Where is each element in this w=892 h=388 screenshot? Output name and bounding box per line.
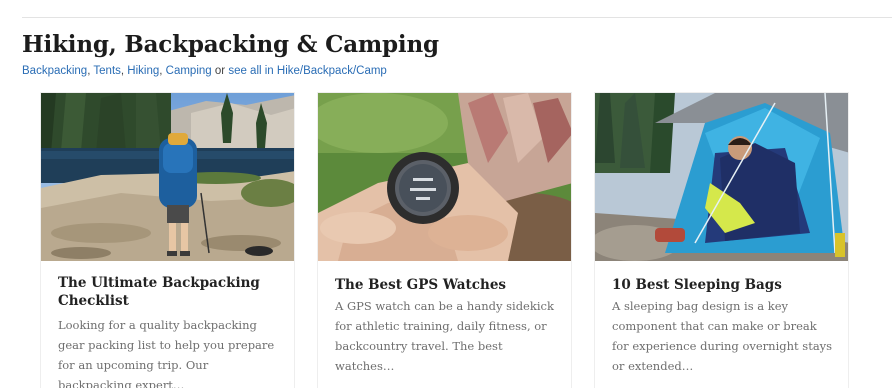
card-image-backpacker[interactable] — [41, 93, 294, 261]
category-links: Backpacking, Tents, Hiking, Camping or s… — [22, 65, 387, 77]
card-excerpt: A sleeping bag design is a key component… — [612, 299, 833, 373]
link-hiking[interactable]: Hiking — [127, 65, 159, 77]
article-card-backpacking-checklist[interactable]: The Ultimate Backpacking Checklist Looki… — [40, 92, 295, 388]
backpacker-lake-photo — [41, 93, 294, 261]
card-title[interactable]: The Ultimate Backpacking Checklist — [58, 274, 278, 310]
card-image-gps-watch[interactable] — [318, 93, 571, 261]
card-excerpt: Looking for a quality backpacking gear p… — [58, 318, 275, 388]
link-backpacking[interactable]: Backpacking — [22, 65, 87, 77]
card-title[interactable]: 10 Best Sleeping Bags — [612, 276, 832, 294]
card-title[interactable]: The Best GPS Watches — [335, 276, 555, 294]
link-tents[interactable]: Tents — [93, 65, 121, 77]
link-camping[interactable]: Camping — [166, 65, 212, 77]
or-text: or — [211, 65, 229, 77]
article-card-sleeping-bags[interactable]: 10 Best Sleeping Bags A sleeping bag des… — [594, 92, 849, 388]
gps-watch-photo — [318, 93, 571, 261]
link-see-all[interactable]: see all in Hike/Backpack/Camp — [228, 65, 387, 77]
top-divider — [22, 17, 892, 18]
card-image-sleeping-bag[interactable] — [595, 93, 848, 261]
sleeping-bag-tent-photo — [595, 93, 848, 261]
card-excerpt: A GPS watch can be a handy sidekick for … — [335, 299, 554, 373]
section-heading: Hiking, Backpacking & Camping — [22, 31, 439, 58]
article-card-gps-watches[interactable]: The Best GPS Watches A GPS watch can be … — [317, 92, 572, 388]
